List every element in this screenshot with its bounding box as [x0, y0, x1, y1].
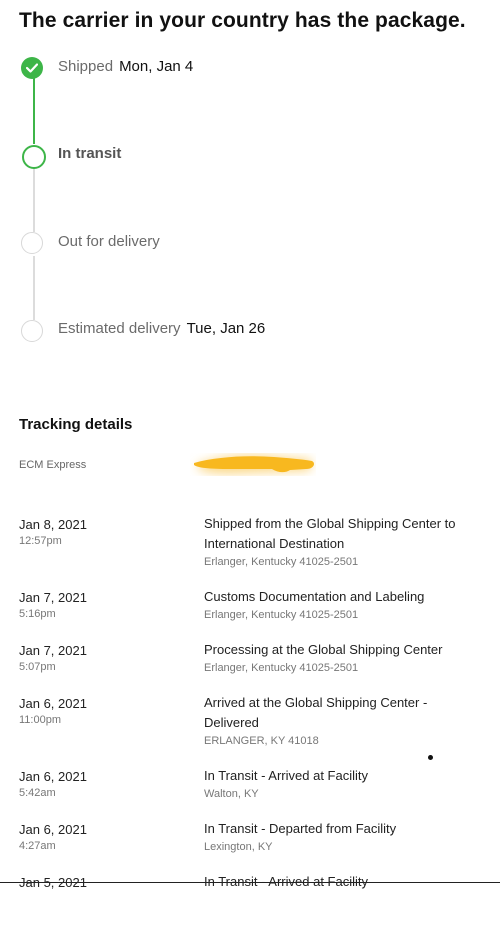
event-time: 12:57pm: [19, 535, 62, 547]
step-label: Estimated delivery: [58, 320, 181, 337]
event-date: Jan 7, 2021: [19, 643, 87, 658]
event-date: Jan 6, 2021: [19, 822, 87, 837]
event-time: 11:00pm: [19, 714, 61, 726]
tracking-details-title: Tracking details: [19, 416, 133, 433]
event-date: Jan 8, 2021: [19, 517, 87, 532]
event-description-text: Customs Documentation and Labeling: [204, 589, 425, 604]
event-time: 5:42am: [19, 787, 56, 799]
step-label: In transit: [58, 145, 122, 162]
tracking-event-row: Jan 8, 2021 12:57pm Shipped from the Globa…: [0, 514, 500, 577]
pending-step-circle-icon: [21, 232, 43, 254]
timeline-step-out-for-delivery: Out for delivery: [58, 233, 160, 250]
event-description: In Transit - Departed from Facility Lexin…: [204, 819, 479, 855]
tracking-event-row: Jan 6, 2021 11:00pm Arrived at the Global …: [0, 693, 500, 756]
event-location: Erlanger, Kentucky 41025-2501: [204, 609, 359, 621]
event-location: Erlanger, Kentucky 41025-2501: [204, 662, 359, 674]
step-label: Shipped: [58, 58, 114, 75]
step-label: Out for delivery: [58, 233, 160, 250]
step-date: Mon, Jan 4: [119, 58, 194, 75]
timeline-connector-pending: [33, 168, 35, 232]
timeline-step-shipped: Shipped Mon, Jan 4: [58, 58, 193, 75]
event-location: Lexington, KY: [204, 841, 273, 853]
event-description-text: Shipped from the Global Shipping Center …: [204, 516, 456, 551]
tracking-event-row: Jan 5, 2021 In Transit - Arrived at Facil…: [0, 874, 500, 935]
event-description: Processing at the Global Shipping Center…: [204, 640, 479, 676]
event-description-text: In Transit - Arrived at Facility: [204, 768, 368, 783]
event-location: ERLANGER, KY 41018: [204, 735, 319, 747]
current-step-circle-icon: [22, 145, 46, 169]
redaction-mark: [194, 455, 314, 474]
event-date: Jan 6, 2021: [19, 769, 87, 784]
event-description-text: Processing at the Global Shipping Center: [204, 642, 443, 657]
event-time: 5:07pm: [19, 661, 56, 673]
pending-step-circle-icon: [21, 320, 43, 342]
event-time: 4:27am: [19, 840, 56, 852]
event-date: Jan 7, 2021: [19, 590, 87, 605]
page-headline: The carrier in your country has the pack…: [19, 9, 466, 32]
event-description: Arrived at the Global Shipping Center - …: [204, 693, 479, 749]
event-description-text: In Transit - Departed from Facility: [204, 821, 397, 836]
event-description: In Transit - Arrived at Facility Walton, …: [204, 766, 479, 802]
event-location: Walton, KY: [204, 788, 259, 800]
timeline-step-estimated-delivery: Estimated delivery Tue, Jan 26: [58, 320, 265, 337]
event-time: 5:16pm: [19, 608, 56, 620]
timeline-connector-pending: [33, 256, 35, 320]
timeline-connector-complete: [33, 78, 35, 144]
step-date: Tue, Jan 26: [186, 320, 266, 337]
timeline-step-in-transit: In transit: [58, 145, 121, 162]
event-description: Customs Documentation and Labeling Erlang…: [204, 587, 479, 623]
event-description-text: Arrived at the Global Shipping Center - …: [204, 695, 428, 730]
check-icon: [21, 57, 43, 79]
carrier-name: ECM Express: [19, 459, 87, 471]
event-date: Jan 6, 2021: [19, 696, 87, 711]
event-description: Shipped from the Global Shipping Center …: [204, 514, 479, 570]
bullet-mark: [428, 755, 433, 760]
event-location: Erlanger, Kentucky 41025-2501: [204, 556, 359, 568]
